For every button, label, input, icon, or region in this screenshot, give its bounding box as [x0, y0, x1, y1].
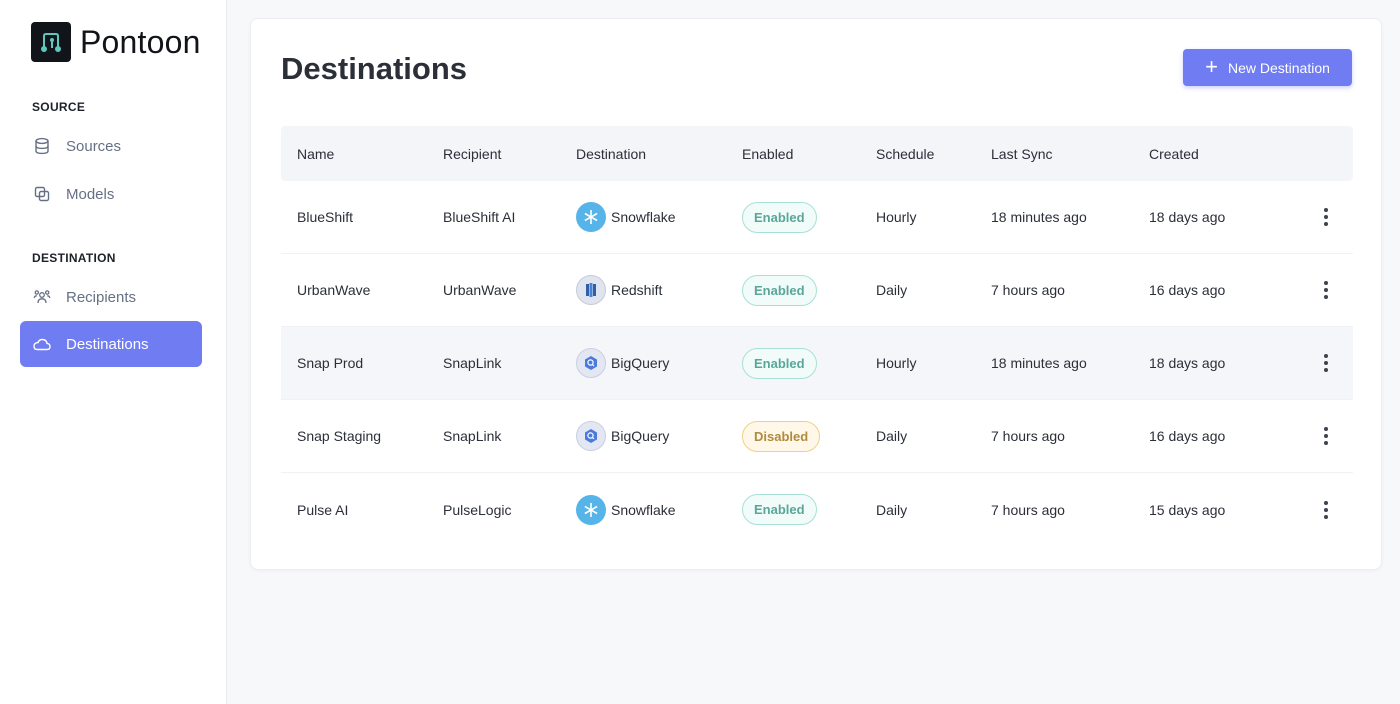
row-menu-cell	[1299, 498, 1353, 522]
destination-name: Redshift	[611, 282, 663, 298]
plus-icon: +	[1205, 53, 1218, 79]
pontoon-logo-icon	[31, 22, 71, 62]
row-enabled: Disabled	[742, 420, 876, 452]
section-label-destination: DESTINATION	[32, 251, 116, 265]
new-destination-label: New Destination	[1227, 59, 1330, 76]
more-vertical-icon[interactable]	[1316, 498, 1336, 522]
status-badge: Enabled	[742, 347, 817, 379]
row-last-sync: 18 minutes ago	[991, 355, 1087, 371]
row-recipient: UrbanWave	[443, 282, 517, 298]
row-recipient: SnapLink	[443, 428, 502, 444]
row-enabled: Enabled	[742, 347, 876, 379]
new-destination-button[interactable]: + New Destination	[1183, 49, 1352, 86]
row-destination: Redshift	[576, 275, 742, 305]
row-schedule: Daily	[876, 428, 908, 444]
row-recipient: BlueShift AI	[443, 209, 516, 225]
row-name: Snap Staging	[297, 428, 382, 444]
row-name: BlueShift	[297, 209, 354, 225]
row-schedule: Hourly	[876, 209, 917, 225]
more-vertical-icon[interactable]	[1316, 278, 1336, 302]
column-header-destination[interactable]: Destination	[576, 146, 742, 162]
redshift-icon	[576, 275, 606, 305]
copy-icon	[32, 184, 52, 204]
row-last-sync: 18 minutes ago	[991, 209, 1087, 225]
row-menu-cell	[1299, 205, 1353, 229]
row-schedule: Daily	[876, 282, 908, 298]
bigquery-icon	[576, 348, 606, 378]
users-icon	[32, 287, 52, 307]
more-vertical-icon[interactable]	[1316, 205, 1336, 229]
brand[interactable]: Pontoon	[31, 22, 201, 62]
row-created: 18 days ago	[1149, 209, 1226, 225]
row-menu-cell	[1299, 278, 1353, 302]
row-schedule: Daily	[876, 501, 908, 518]
destination-name: BigQuery	[611, 355, 670, 371]
column-header-recipient[interactable]: Recipient	[443, 146, 576, 162]
row-name: Pulse AI	[297, 501, 349, 518]
column-header-enabled[interactable]: Enabled	[742, 146, 876, 162]
row-name: Snap Prod	[297, 355, 364, 371]
row-destination: BigQuery	[576, 348, 742, 378]
row-enabled: Enabled	[742, 274, 876, 306]
row-last-sync: 7 hours ago	[991, 428, 1065, 444]
snowflake-icon	[576, 202, 606, 232]
column-header-created[interactable]: Created	[1149, 146, 1299, 162]
table-header: Name Recipient Destination Enabled Sched…	[281, 126, 1353, 181]
row-enabled: Enabled	[742, 201, 876, 233]
column-header-name[interactable]: Name	[281, 146, 443, 162]
page-title: Destinations	[281, 51, 468, 86]
row-created: 18 days ago	[1149, 355, 1226, 371]
row-recipient: PulseLogic	[443, 501, 512, 518]
section-label-source: SOURCE	[32, 100, 86, 114]
status-badge: Disabled	[742, 420, 821, 452]
cloud-icon	[32, 334, 52, 354]
row-schedule: Hourly	[876, 355, 917, 371]
sidebar-item-label: Sources	[66, 137, 122, 155]
row-created: 16 days ago	[1149, 282, 1226, 298]
database-icon	[32, 136, 52, 156]
row-created: 16 days ago	[1149, 428, 1226, 444]
table-row[interactable]: BlueShift BlueShift AI Snowflake Enabled…	[281, 181, 1353, 254]
status-badge: Enabled	[742, 201, 817, 233]
row-last-sync: 7 hours ago	[991, 501, 1065, 518]
row-last-sync: 7 hours ago	[991, 282, 1065, 298]
column-header-last-sync[interactable]: Last Sync	[991, 146, 1149, 162]
sidebar-item-label: Destinations	[66, 335, 149, 353]
more-vertical-icon[interactable]	[1316, 424, 1336, 448]
table-row[interactable]: Pulse AI PulseLogic Snowflake Enabled Da…	[281, 473, 1353, 546]
more-vertical-icon[interactable]	[1316, 351, 1336, 375]
row-destination: Snowflake	[576, 494, 742, 525]
sidebar-item-label: Models	[66, 185, 115, 203]
row-enabled: Enabled	[742, 494, 876, 525]
status-badge: Enabled	[742, 494, 817, 525]
row-name: UrbanWave	[297, 282, 371, 298]
table-row[interactable]: Snap Staging SnapLink BigQuery Disabled …	[281, 400, 1353, 473]
row-created: 15 days ago	[1149, 501, 1226, 518]
row-destination: BigQuery	[576, 421, 742, 451]
sidebar-item-sources[interactable]: Sources	[20, 123, 202, 169]
sidebar-item-destinations[interactable]: Destinations	[20, 321, 202, 367]
destination-name: Snowflake	[611, 209, 676, 225]
destination-name: BigQuery	[611, 428, 670, 444]
snowflake-icon	[576, 494, 606, 525]
destinations-card: Destinations + New Destination Name Reci…	[250, 18, 1382, 570]
row-menu-cell	[1299, 424, 1353, 448]
sidebar-item-label: Recipients	[66, 288, 137, 306]
table-row[interactable]: UrbanWave UrbanWave Redshift Enabled Dai…	[281, 254, 1353, 327]
column-header-schedule[interactable]: Schedule	[876, 146, 991, 162]
row-recipient: SnapLink	[443, 355, 502, 371]
status-badge: Enabled	[742, 274, 817, 306]
row-destination: Snowflake	[576, 202, 742, 232]
row-menu-cell	[1299, 351, 1353, 375]
table-row[interactable]: Snap Prod SnapLink BigQuery Enabled Hour…	[281, 327, 1353, 400]
sidebar: Pontoon SOURCE Sources Models DESTINATIO…	[0, 0, 227, 704]
bigquery-icon	[576, 421, 606, 451]
destinations-table: Name Recipient Destination Enabled Sched…	[281, 126, 1353, 546]
brand-name: Pontoon	[80, 23, 201, 60]
sidebar-item-recipients[interactable]: Recipients	[20, 274, 202, 320]
sidebar-item-models[interactable]: Models	[20, 171, 202, 217]
destination-name: Snowflake	[611, 501, 676, 518]
